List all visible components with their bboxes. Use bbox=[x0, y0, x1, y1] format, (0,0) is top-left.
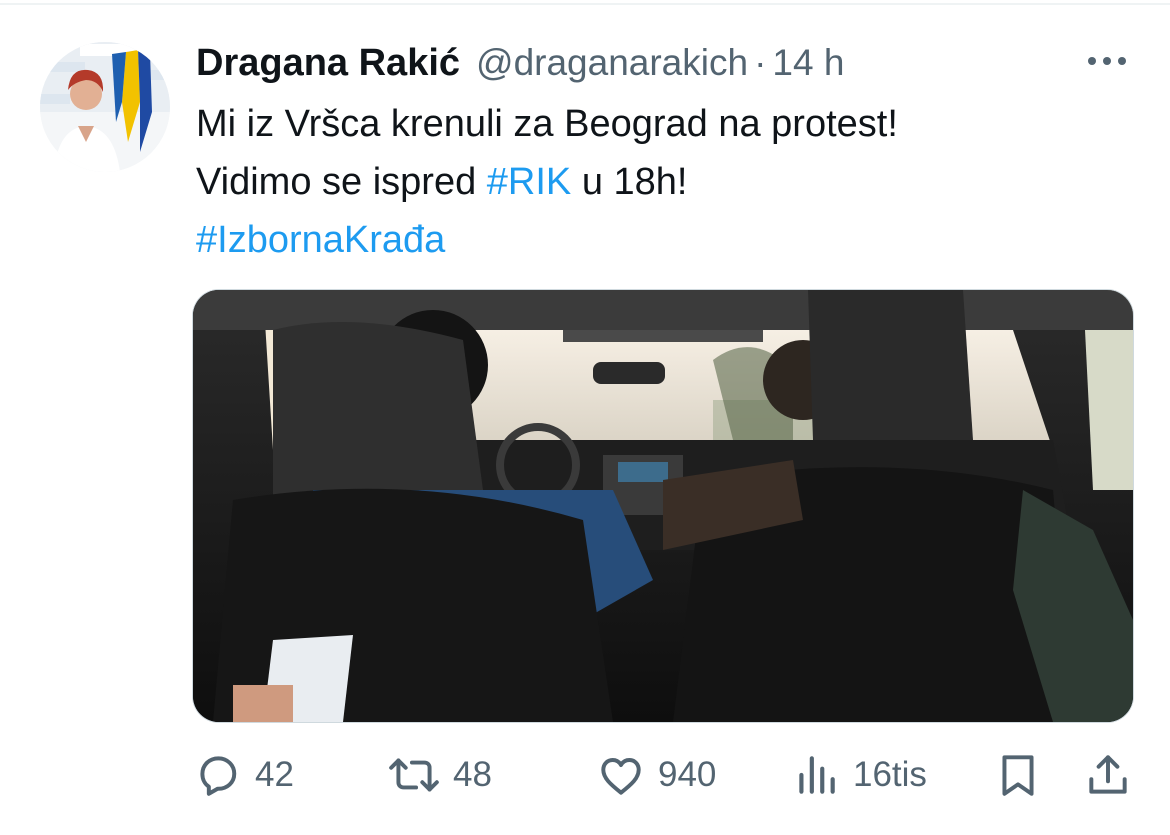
tweet-text-line-2: Vidimo se ispred #RIK u 18h! bbox=[196, 153, 1136, 211]
reply-count: 42 bbox=[255, 755, 294, 794]
author-handle[interactable]: @draganarakich bbox=[476, 42, 748, 84]
views-count: 16tis bbox=[853, 755, 927, 794]
hashtag-rik-link[interactable]: #RIK bbox=[487, 161, 571, 203]
like-button[interactable]: 940 bbox=[596, 745, 716, 805]
author-display-name[interactable]: Dragana Rakić bbox=[196, 42, 460, 85]
tweet-action-bar: 42 48 940 16tis bbox=[193, 745, 1138, 805]
tweet-timestamp[interactable]: 14 h bbox=[772, 42, 844, 84]
heart-icon bbox=[596, 750, 646, 800]
author-avatar[interactable] bbox=[40, 42, 170, 172]
bar-chart-icon bbox=[791, 750, 841, 800]
tweet-text-segment: Vidimo se ispred bbox=[196, 161, 487, 203]
tweet-text-segment: u 18h! bbox=[571, 161, 688, 203]
bookmark-button[interactable] bbox=[993, 745, 1043, 805]
tweet-text: Mi iz Vršca krenuli za Beograd na protes… bbox=[196, 95, 1136, 269]
repost-count: 48 bbox=[453, 755, 492, 794]
reply-button[interactable]: 42 bbox=[193, 745, 294, 805]
share-upload-icon bbox=[1083, 750, 1133, 800]
repost-arrows-icon bbox=[387, 750, 441, 800]
more-options-button[interactable] bbox=[1082, 44, 1132, 78]
views-button[interactable]: 16tis bbox=[791, 745, 927, 805]
more-horizontal-icon bbox=[1085, 55, 1129, 67]
like-count: 940 bbox=[658, 755, 717, 794]
repost-button[interactable]: 48 bbox=[387, 745, 492, 805]
bookmark-icon bbox=[993, 750, 1043, 800]
tweet-header: Dragana Rakić @draganarakich · 14 h bbox=[196, 38, 844, 88]
reply-bubble-icon bbox=[193, 750, 243, 800]
hashtag-izbornakradja-link[interactable]: #IzbornaKrađa bbox=[196, 219, 445, 261]
tweet-text-line-1: Mi iz Vršca krenuli za Beograd na protes… bbox=[196, 103, 898, 145]
tweet-text-line-3: #IzbornaKrađa bbox=[196, 211, 1136, 269]
share-button[interactable] bbox=[1083, 745, 1133, 805]
header-separator: · bbox=[754, 42, 767, 83]
tweet-photo[interactable] bbox=[193, 290, 1133, 722]
tweet[interactable]: Dragana Rakić @draganarakich · 14 h Mi i… bbox=[0, 0, 1170, 835]
